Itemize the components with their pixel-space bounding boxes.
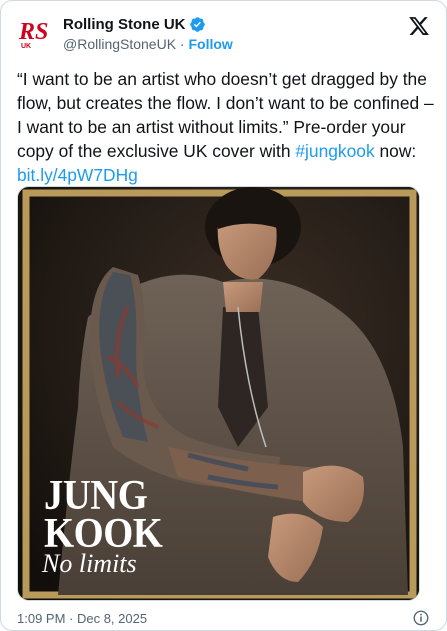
logo-letters: RS bbox=[18, 19, 48, 45]
tweet-card: RS UK Rolling Stone UK @RollingStoneUK ·… bbox=[0, 0, 447, 631]
tweet-footer: 1:09 PM · Dec 8, 2025 bbox=[17, 609, 432, 629]
url-link[interactable]: bit.ly/4pW7DHg bbox=[17, 165, 138, 185]
cover-title-line1: JUNG bbox=[44, 473, 148, 519]
rolling-stone-logo-icon: RS UK bbox=[18, 19, 48, 50]
account-avatar[interactable]: RS UK bbox=[17, 15, 53, 51]
logo-sub: UK bbox=[21, 43, 31, 50]
tweet-text: “I want to be an artist who doesn’t get … bbox=[17, 67, 435, 187]
tweet-text-tail: now: bbox=[374, 141, 417, 161]
name-row: Rolling Stone UK bbox=[63, 16, 206, 33]
verified-badge-icon bbox=[189, 17, 205, 32]
tweet-timestamp[interactable]: 1:09 PM · Dec 8, 2025 bbox=[17, 611, 147, 626]
display-name[interactable]: Rolling Stone UK bbox=[63, 16, 186, 33]
cover-title-line2: KOOK bbox=[44, 511, 163, 557]
tweet-media-image[interactable]: JUNG KOOK No limits bbox=[17, 186, 420, 601]
follow-button[interactable]: Follow bbox=[189, 36, 233, 52]
handle-separator: · bbox=[176, 36, 189, 52]
handle-row: @RollingStoneUK · Follow bbox=[63, 36, 233, 52]
tweet-header: RS UK Rolling Stone UK @RollingStoneUK ·… bbox=[17, 13, 432, 57]
x-logo-icon[interactable] bbox=[408, 15, 430, 37]
account-handle[interactable]: @RollingStoneUK bbox=[63, 36, 176, 52]
cover-title: JUNG KOOK bbox=[44, 473, 163, 557]
hashtag-link[interactable]: #jungkook bbox=[295, 141, 374, 161]
cover-subtitle: No limits bbox=[42, 549, 137, 578]
info-icon[interactable] bbox=[412, 609, 430, 627]
